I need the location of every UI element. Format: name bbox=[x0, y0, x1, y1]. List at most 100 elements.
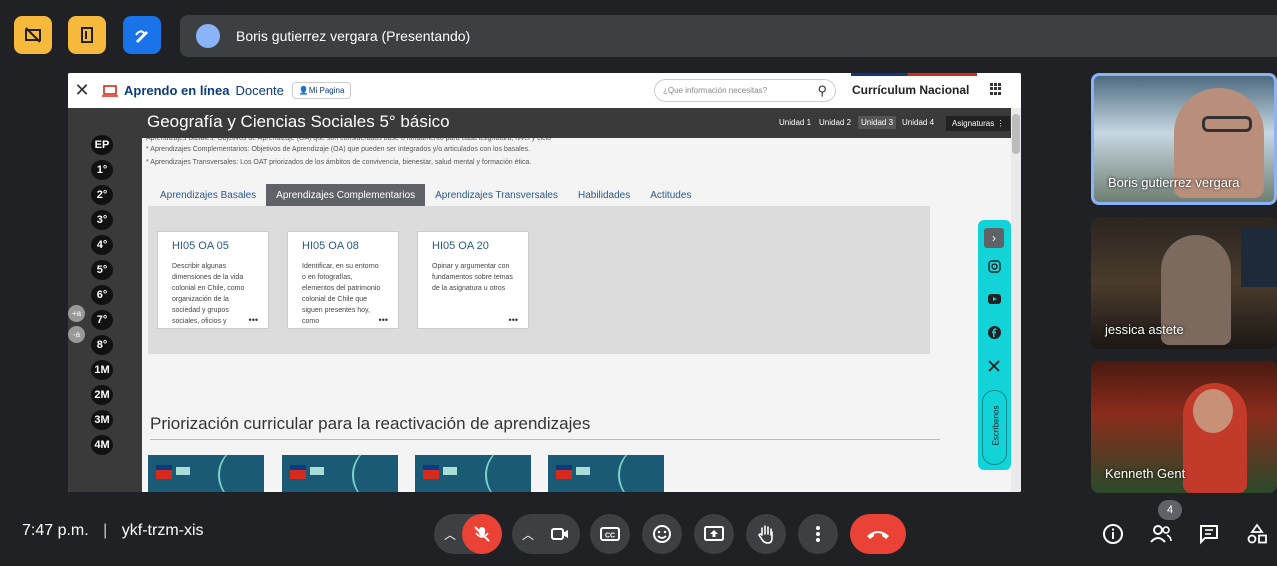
search-icon[interactable]: ⚲ bbox=[817, 83, 827, 99]
unit-2-link[interactable]: Unidad 2 bbox=[819, 118, 851, 127]
unit-4-link[interactable]: Unidad 4 bbox=[902, 118, 934, 127]
chat-button[interactable] bbox=[1197, 522, 1221, 546]
instagram-icon[interactable] bbox=[986, 258, 1002, 274]
participant-tile[interactable]: jessica astete bbox=[1091, 217, 1277, 349]
more-icon[interactable]: ••• bbox=[379, 315, 388, 325]
tab-transversales[interactable]: Aprendizajes Transversales bbox=[425, 184, 568, 207]
font-decrease-button[interactable]: -a bbox=[68, 326, 85, 343]
resource-thumbnail[interactable] bbox=[148, 455, 264, 492]
meet-top-bar: Boris gutierrez vergara (Presentando) bbox=[0, 0, 1277, 72]
grade-3M[interactable]: 3M bbox=[91, 410, 113, 430]
grade-3[interactable]: 3° bbox=[91, 210, 113, 230]
leave-call-button[interactable] bbox=[850, 514, 906, 554]
close-icon[interactable]: ✕ bbox=[68, 80, 96, 101]
tab-complementarios[interactable]: Aprendizajes Complementarios bbox=[266, 183, 426, 207]
participant-tile[interactable]: Boris gutierrez vergara bbox=[1091, 73, 1277, 205]
site-header: ✕ Aprendo en línea Docente 👤Mi Pagina ¿Q… bbox=[68, 73, 1021, 108]
grade-6[interactable]: 6° bbox=[91, 285, 113, 305]
tab-actitudes[interactable]: Actitudes bbox=[640, 184, 701, 207]
oa-code: HI05 OA 08 bbox=[302, 240, 359, 252]
resource-thumbnail[interactable] bbox=[415, 455, 531, 492]
mic-off-icon bbox=[474, 526, 490, 542]
x-icon[interactable] bbox=[986, 358, 1002, 374]
camera-toggle-button[interactable] bbox=[540, 514, 580, 554]
grade-EP[interactable]: EP bbox=[91, 135, 113, 155]
hide-self-view-button[interactable] bbox=[14, 16, 52, 54]
captions-button[interactable]: CC bbox=[590, 514, 630, 554]
site-logo[interactable]: Aprendo en línea bbox=[124, 83, 229, 98]
grade-8[interactable]: 8° bbox=[91, 335, 113, 355]
mic-control-group: ︿ bbox=[434, 514, 502, 554]
hang-up-icon bbox=[867, 531, 889, 539]
people-button[interactable] bbox=[1149, 522, 1173, 546]
more-vert-icon bbox=[816, 526, 820, 542]
more-options-button[interactable] bbox=[798, 514, 838, 554]
search-input[interactable]: ¿Que información necesitas? ⚲ bbox=[654, 79, 836, 102]
scrollbar-thumb[interactable] bbox=[1012, 114, 1020, 154]
shared-screen: ✕ Aprendo en línea Docente 👤Mi Pagina ¿Q… bbox=[68, 73, 1021, 492]
oa-card[interactable]: HI05 OA 05 Describir algunas dimensiones… bbox=[157, 231, 269, 329]
chevron-right-icon[interactable]: › bbox=[984, 228, 1004, 248]
my-page-button[interactable]: 👤Mi Pagina bbox=[291, 82, 352, 99]
camera-control-group: ︿ bbox=[512, 514, 580, 554]
user-icon: 👤 bbox=[298, 86, 309, 95]
grade-nav: EP 1° 2° 3° 4° 5° 6° 7° 8° 1M 2M 3M 4M +… bbox=[68, 108, 142, 492]
no-video-grid-icon bbox=[25, 27, 41, 43]
oa-card[interactable]: HI05 OA 08 Identificar, en su entorno o … bbox=[287, 231, 399, 329]
grade-1M[interactable]: 1M bbox=[91, 360, 113, 380]
meeting-details-button[interactable] bbox=[1101, 522, 1125, 546]
activities-button[interactable] bbox=[1245, 522, 1269, 546]
raise-hand-button[interactable] bbox=[746, 514, 786, 554]
grade-4M[interactable]: 4M bbox=[91, 435, 113, 455]
more-icon[interactable]: ••• bbox=[509, 315, 518, 325]
oa-code: HI05 OA 20 bbox=[432, 240, 489, 252]
more-icon[interactable]: ••• bbox=[249, 315, 258, 325]
annotate-button[interactable] bbox=[123, 16, 161, 54]
chevron-up-icon[interactable]: ︿ bbox=[444, 526, 456, 543]
resource-thumbnail[interactable] bbox=[282, 455, 398, 492]
facebook-icon[interactable] bbox=[986, 324, 1002, 340]
grade-4[interactable]: 4° bbox=[91, 235, 113, 255]
pen-icon bbox=[135, 30, 148, 43]
grade-7[interactable]: 7° bbox=[91, 310, 113, 330]
youtube-icon[interactable] bbox=[986, 291, 1002, 307]
page-title: Geografía y Ciencias Sociales 5° básico bbox=[147, 112, 450, 131]
clock-time: 7:47 p.m. bbox=[22, 522, 89, 539]
presenter-avatar bbox=[196, 24, 220, 48]
mic-toggle-button[interactable] bbox=[462, 514, 502, 554]
divider bbox=[150, 439, 940, 440]
hand-icon bbox=[758, 525, 773, 544]
unit-3-link[interactable]: Unidad 3 bbox=[858, 116, 897, 129]
meet-controls: 7:47 p.m. | ykf-trzm-xis ︿ ︿ CC 4 bbox=[0, 498, 1277, 566]
people-icon bbox=[1150, 525, 1172, 543]
priority-heading: Priorización curricular para la reactiva… bbox=[150, 414, 591, 433]
reactions-button[interactable] bbox=[642, 514, 682, 554]
grade-2[interactable]: 2° bbox=[91, 185, 113, 205]
brand-name[interactable]: Currículum Nacional bbox=[852, 83, 969, 97]
laptop-icon bbox=[102, 84, 118, 97]
resource-thumbnail[interactable] bbox=[548, 455, 664, 492]
participant-count-badge: 4 bbox=[1158, 500, 1182, 520]
leave-door-button[interactable] bbox=[68, 16, 106, 54]
subjects-menu-button[interactable]: Asignaturas ⋮ bbox=[946, 116, 1011, 131]
font-increase-button[interactable]: +a bbox=[68, 305, 85, 322]
tab-basales[interactable]: Aprendizajes Basales bbox=[150, 184, 266, 207]
unit-1-link[interactable]: Unidad 1 bbox=[779, 118, 811, 127]
grade-5[interactable]: 5° bbox=[91, 260, 113, 280]
tab-habilidades[interactable]: Habilidades bbox=[568, 184, 640, 207]
participant-tile[interactable]: Kenneth Gent bbox=[1091, 361, 1277, 493]
chevron-up-icon[interactable]: ︿ bbox=[522, 526, 534, 543]
apps-grid-icon[interactable] bbox=[990, 83, 1002, 95]
present-screen-button[interactable] bbox=[694, 514, 734, 554]
meeting-code: ykf-trzm-xis bbox=[121, 522, 204, 539]
grade-1[interactable]: 1° bbox=[91, 160, 113, 180]
oa-card[interactable]: HI05 OA 20 Opinar y argumentar con funda… bbox=[417, 231, 529, 329]
write-us-button[interactable]: Escríbenos bbox=[982, 390, 1007, 465]
cards-panel: HI05 OA 05 Describir algunas dimensiones… bbox=[148, 206, 930, 354]
captions-icon: CC bbox=[600, 527, 620, 541]
grade-2M[interactable]: 2M bbox=[91, 385, 113, 405]
page-scrollbar[interactable] bbox=[1011, 108, 1021, 492]
info-icon bbox=[1103, 524, 1123, 544]
brand-flag-bar bbox=[851, 73, 977, 76]
participant-name: Kenneth Gent bbox=[1105, 466, 1186, 481]
